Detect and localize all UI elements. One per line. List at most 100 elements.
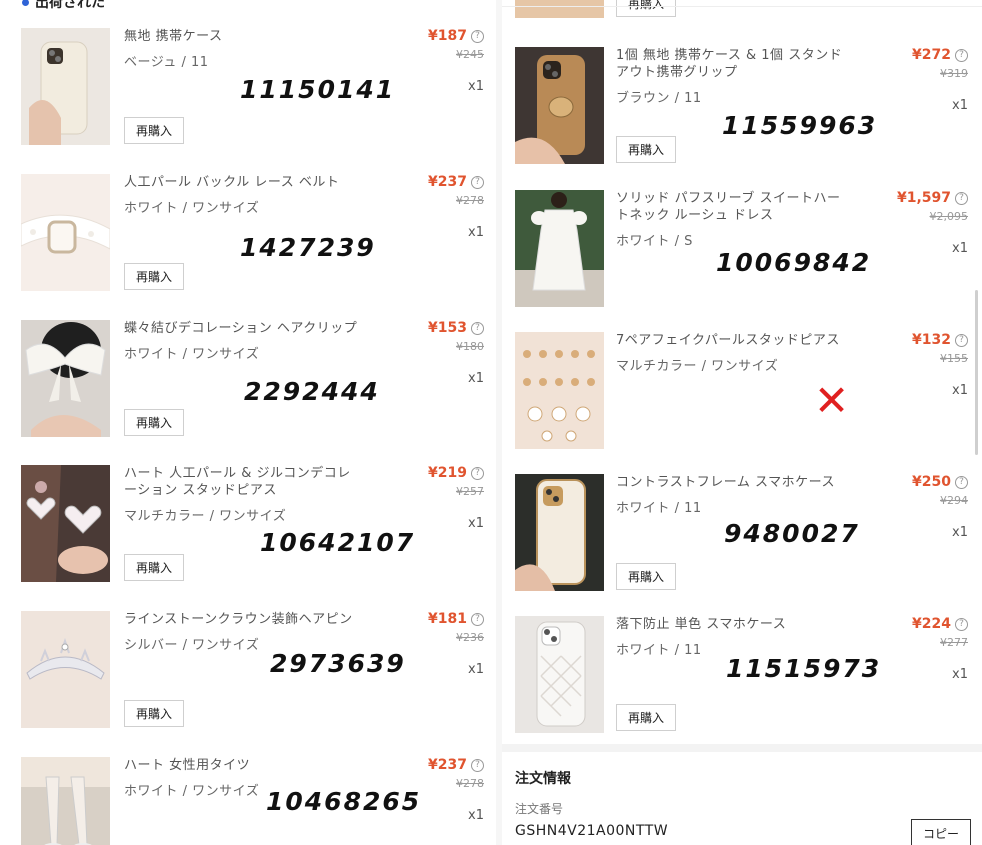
sale-price-value: ¥132	[912, 332, 951, 348]
quantity: x1	[468, 662, 484, 677]
info-icon[interactable]: ?	[955, 333, 968, 347]
sale-price-value: ¥272	[912, 47, 951, 63]
product-image[interactable]	[515, 474, 604, 591]
product-name: ハート 女性用タイツ	[124, 758, 251, 773]
order-item: ハート 女性用タイツ ホワイト / ワンサイズ 10468265 ¥237? ¥…	[0, 757, 496, 845]
sale-price-value: ¥181	[428, 611, 467, 627]
rebuy-button[interactable]: 再購入	[124, 263, 184, 290]
product-variant: ホワイト / ワンサイズ	[124, 201, 260, 216]
sale-price: ¥132?	[912, 332, 968, 348]
sale-price-value: ¥237	[428, 757, 467, 773]
info-icon[interactable]: ?	[471, 175, 484, 189]
sale-price-value: ¥1,597	[896, 190, 951, 206]
rebuy-button[interactable]: 再購入	[616, 704, 676, 731]
copy-button[interactable]: コピー	[911, 819, 971, 845]
quantity: x1	[952, 383, 968, 398]
order-item: ハート 人工パール & ジルコンデコレーション スタッドピアス マルチカラー /…	[0, 465, 496, 590]
cross-mark-icon: ✕	[814, 376, 850, 425]
sale-price: ¥219?	[428, 465, 484, 481]
rebuy-button[interactable]: 再購入	[616, 136, 676, 163]
quantity: x1	[952, 525, 968, 540]
handwritten-code: 10642107	[260, 528, 416, 557]
order-items-left-column: 出荷された 無地 携帯ケース ベージュ / 11 11150141 再購入 ¥1…	[0, 0, 496, 845]
product-image[interactable]	[21, 320, 110, 437]
product-name: ハート 人工パール & ジルコンデコレーション スタッドピアス	[124, 466, 351, 498]
sale-price-value: ¥250	[912, 474, 951, 490]
rebuy-button[interactable]: 再購入	[616, 563, 676, 590]
quantity: x1	[952, 667, 968, 682]
original-price: ¥277	[940, 636, 968, 649]
sale-price: ¥187?	[428, 28, 484, 44]
product-variant: ホワイト / ワンサイズ	[124, 347, 260, 362]
info-icon[interactable]: ?	[471, 321, 484, 335]
sale-price: ¥224?	[912, 616, 968, 632]
product-image[interactable]	[21, 174, 110, 291]
product-image[interactable]	[21, 28, 110, 145]
scrollbar[interactable]	[975, 290, 978, 455]
sale-price-value: ¥219	[428, 465, 467, 481]
sale-price: ¥1,597?	[897, 190, 968, 206]
order-item: 蝶々結びデコレーション ヘアクリップ ホワイト / ワンサイズ 2292444 …	[0, 320, 496, 445]
info-icon[interactable]: ?	[955, 617, 968, 631]
info-icon[interactable]: ?	[955, 191, 968, 205]
divider	[502, 6, 982, 7]
product-variant: ホワイト / 11	[616, 501, 702, 516]
product-image[interactable]	[515, 0, 604, 18]
product-name: 落下防止 単色 スマホケース	[616, 617, 787, 632]
handwritten-code: 2973639	[270, 649, 406, 678]
handwritten-code: 11515973	[726, 654, 882, 683]
product-variant: ホワイト / ワンサイズ	[124, 784, 260, 799]
handwritten-code: 10468265	[266, 787, 422, 816]
original-price: ¥2,095	[929, 210, 969, 223]
sale-price: ¥272?	[912, 47, 968, 63]
product-variant: シルバー / ワンサイズ	[124, 638, 260, 653]
product-variant: ホワイト / 11	[616, 643, 702, 658]
handwritten-code: 2292444	[244, 377, 380, 406]
product-image[interactable]	[515, 332, 604, 449]
rebuy-button[interactable]: 再購入	[124, 700, 184, 727]
order-item: コントラストフレーム スマホケース ホワイト / 11 9480027 再購入 …	[502, 474, 982, 599]
original-price: ¥155	[940, 352, 968, 365]
section-divider	[502, 744, 982, 752]
handwritten-code: 10069842	[716, 248, 872, 277]
section-title: 出荷された	[35, 0, 105, 11]
product-image[interactable]	[515, 616, 604, 733]
product-image[interactable]	[515, 190, 604, 307]
sale-price-value: ¥153	[428, 320, 467, 336]
order-item: 無地 携帯ケース ベージュ / 11 11150141 再購入 ¥187? ¥2…	[0, 28, 496, 153]
rebuy-button[interactable]: 再購入	[616, 0, 676, 17]
order-item: ラインストーンクラウン装飾ヘアピン シルバー / ワンサイズ 2973639 再…	[0, 611, 496, 736]
rebuy-button[interactable]: 再購入	[124, 554, 184, 581]
product-image[interactable]	[515, 47, 604, 164]
rebuy-button[interactable]: 再購入	[124, 117, 184, 144]
product-image[interactable]	[21, 757, 110, 845]
original-price: ¥236	[456, 631, 484, 644]
product-variant: ベージュ / 11	[124, 55, 209, 70]
order-item: ソリッド パフスリーブ スイートハートネック ルーシュ ドレス ホワイト / S…	[502, 190, 982, 315]
handwritten-code: 9480027	[724, 519, 860, 548]
order-item: 落下防止 単色 スマホケース ホワイト / 11 11515973 再購入 ¥2…	[502, 616, 982, 741]
rebuy-button[interactable]: 再購入	[124, 409, 184, 436]
product-name: コントラストフレーム スマホケース	[616, 475, 835, 490]
info-icon[interactable]: ?	[955, 475, 968, 489]
product-image[interactable]	[21, 611, 110, 728]
order-item: 人工パール バックル レース ベルト ホワイト / ワンサイズ 1427239 …	[0, 174, 496, 299]
info-icon[interactable]: ?	[471, 29, 484, 43]
sale-price: ¥237?	[428, 757, 484, 773]
original-price: ¥278	[456, 777, 484, 790]
sale-price-value: ¥237	[428, 174, 467, 190]
original-price: ¥278	[456, 194, 484, 207]
handwritten-code: 11559963	[722, 111, 878, 140]
original-price: ¥180	[456, 340, 484, 353]
quantity: x1	[952, 98, 968, 113]
info-icon[interactable]: ?	[471, 758, 484, 772]
product-image[interactable]	[21, 465, 110, 582]
order-items-right-column: 再購入 1個 無地 携帯ケース & 1個 スタンドアウト携帯グリップ ブラウン …	[502, 0, 982, 845]
product-variant: ブラウン / 11	[616, 91, 702, 106]
sale-price-value: ¥224	[912, 616, 951, 632]
info-icon[interactable]: ?	[471, 612, 484, 626]
info-icon[interactable]: ?	[471, 466, 484, 480]
info-icon[interactable]: ?	[955, 48, 968, 62]
original-price: ¥257	[456, 485, 484, 498]
original-price: ¥294	[940, 494, 968, 507]
